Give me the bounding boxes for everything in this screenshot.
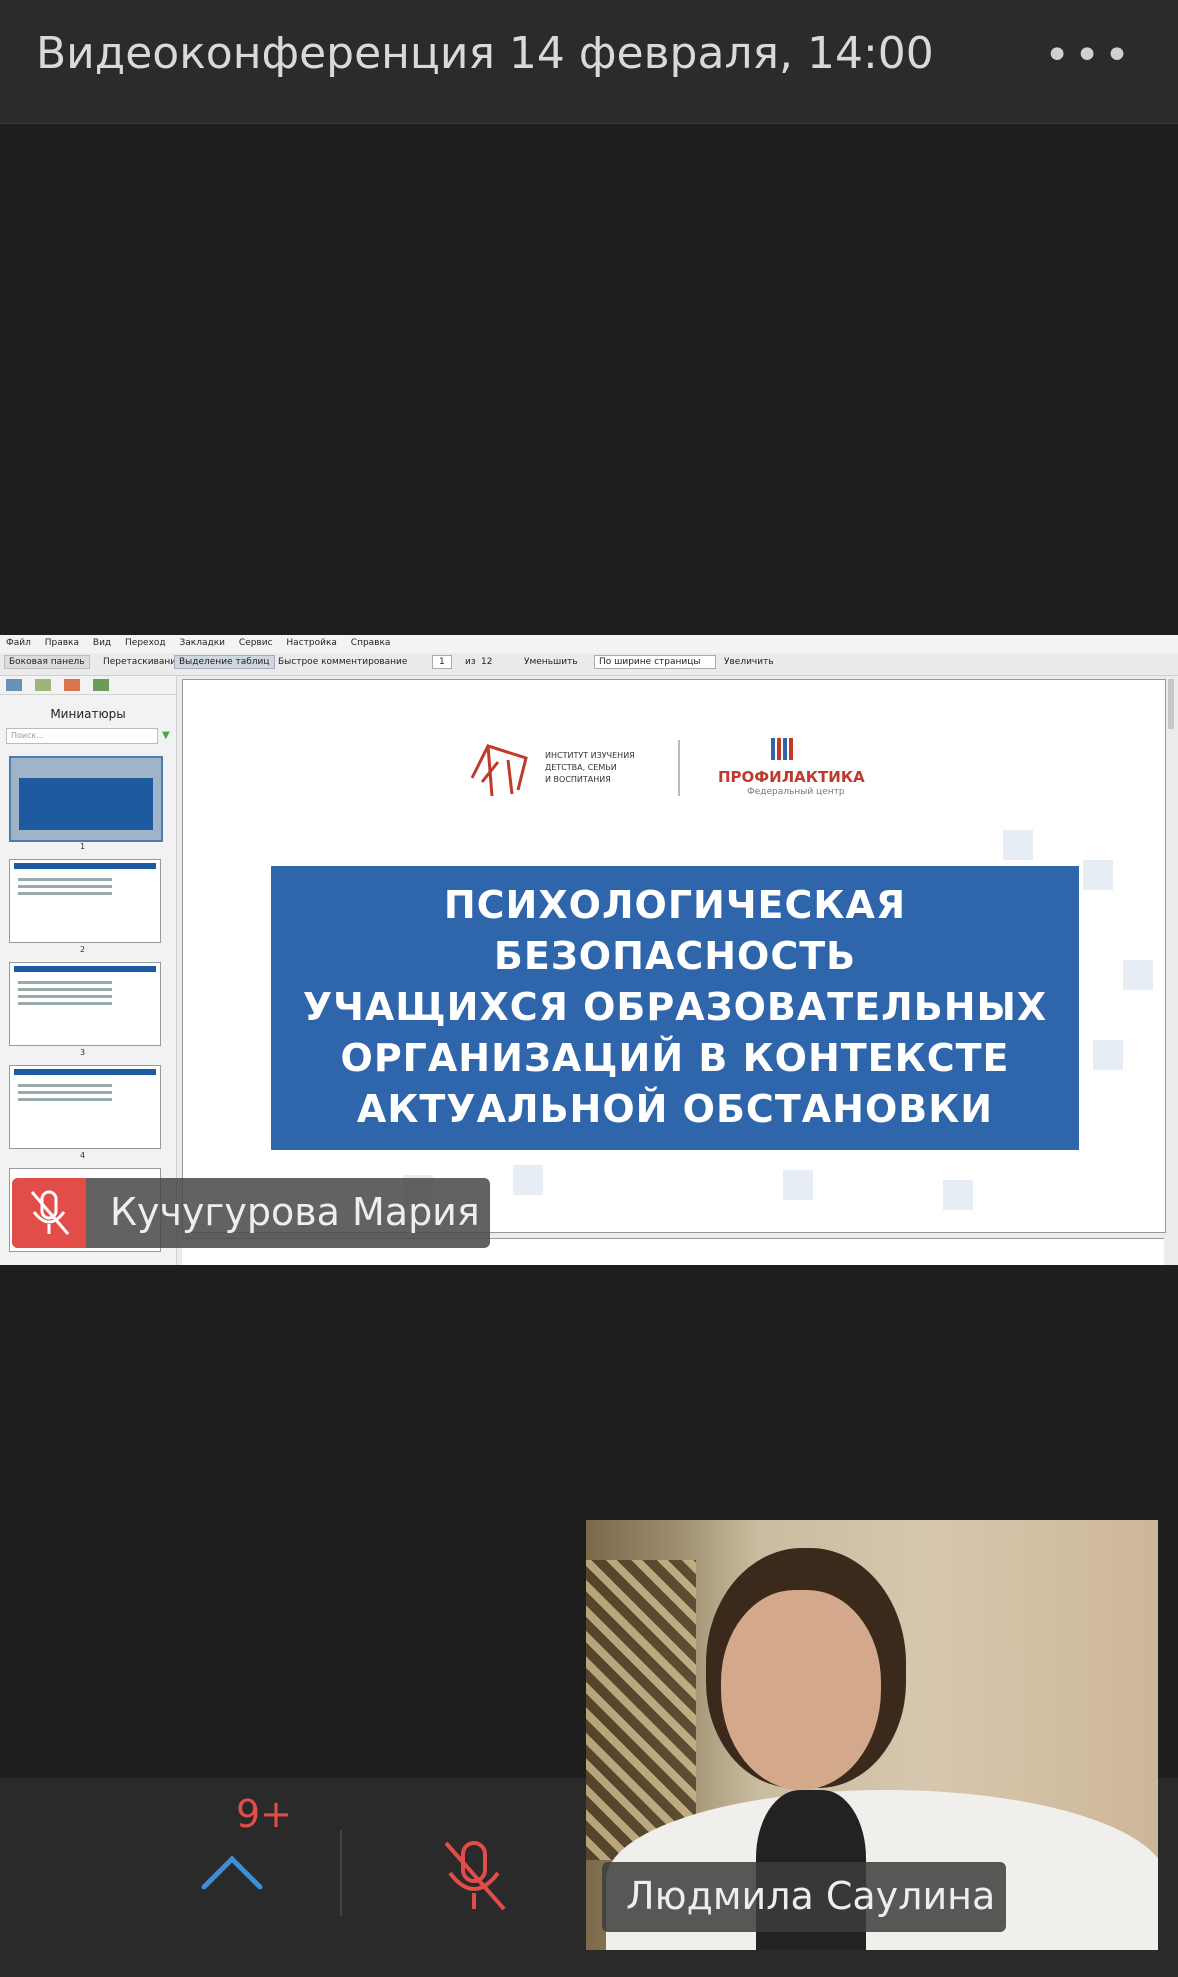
thumbnail-page-4[interactable] [9, 1065, 161, 1149]
thumbnail-lines [18, 977, 152, 1009]
decor-square [783, 1170, 813, 1200]
profilaktika-subtitle: Федеральный центр [747, 787, 845, 797]
thumbnail-number: 4 [80, 1151, 86, 1160]
menu-tools[interactable]: Сервис [233, 635, 278, 648]
participants-badge: 9+ [236, 1792, 293, 1836]
thumbnail-header-bar [14, 863, 156, 869]
more-dots-icon[interactable]: ••• [1044, 30, 1134, 81]
thumbnail-lines [18, 874, 152, 899]
filter-icon[interactable]: ▼ [162, 730, 170, 741]
presenter-label: Кучугурова Мария [12, 1178, 490, 1248]
conference-title: Видеоконференция 14 февраля, 14:00 [36, 28, 934, 79]
app-header: Видеоконференция 14 февраля, 14:00 ••• [0, 0, 1178, 124]
slide-title-line: АКТУАЛЬНОЙ ОБСТАНОВКИ [356, 1087, 994, 1131]
decor-square [1083, 860, 1113, 890]
participant-name: Людмила Саулина [626, 1874, 996, 1918]
decor-square [1093, 1040, 1123, 1070]
decor-square [943, 1180, 973, 1210]
viewer-menubar: Файл Правка Вид Переход Закладки Сервис … [0, 635, 1178, 653]
decor-square [1003, 830, 1033, 860]
zoom-mode-select[interactable]: По ширине страницы [594, 655, 716, 669]
thumbnail-number: 1 [80, 842, 86, 851]
slide-title-line: ОРГАНИЗАЦИЙ В КОНТЕКСТЕ [340, 1036, 1010, 1080]
thumbnail-header-bar [14, 1069, 156, 1075]
thumbnail-lines [18, 1080, 152, 1105]
thumbnail-number: 3 [80, 1048, 86, 1057]
tools-tab-icon[interactable] [35, 679, 52, 691]
mic-off-icon [30, 1190, 70, 1235]
decor-square [1123, 960, 1153, 990]
page-scrollbar[interactable] [1168, 679, 1174, 729]
thumbnail-search-input[interactable]: Поиск... [6, 728, 158, 744]
decor-square [513, 1165, 543, 1195]
thumbnail-page-3[interactable] [9, 962, 161, 1046]
slide-title-banner: ПСИХОЛОГИЧЕСКАЯ БЕЗОПАСНОСТЬ УЧАЩИХСЯ ОБ… [271, 866, 1079, 1150]
slide-title-line: БЕЗОПАСНОСТЬ [493, 934, 857, 978]
sidebar-tabs [0, 676, 176, 695]
thumbnail-header-bar [14, 966, 156, 972]
menu-settings[interactable]: Настройка [280, 635, 342, 648]
viewer-toolbar: Боковая панель Перетаскивание Выделение … [0, 653, 1178, 676]
presenter-name: Кучугурова Мария [110, 1190, 480, 1234]
presenter-mic-status [12, 1178, 86, 1248]
menu-help[interactable]: Справка [345, 635, 396, 648]
page-of-label: из [465, 657, 476, 667]
institute-logo-icon [470, 744, 528, 797]
screen-share: Файл Правка Вид Переход Закладки Сервис … [0, 635, 1178, 1265]
mic-off-icon[interactable] [436, 1835, 512, 1915]
bookmarks-tab-icon[interactable] [64, 679, 81, 691]
zoom-out-button[interactable]: Уменьшить [524, 657, 578, 667]
thumbnail-page-2[interactable] [9, 859, 161, 943]
chevron-up-icon[interactable] [200, 1855, 264, 1891]
zoom-in-button[interactable]: Увеличить [724, 657, 774, 667]
drag-tool[interactable]: Перетаскивание [103, 657, 182, 667]
page-number-input[interactable]: 1 [432, 655, 452, 669]
video-curtain [586, 1560, 696, 1860]
control-separator [340, 1830, 342, 1916]
layers-tab-icon[interactable] [93, 679, 110, 691]
thumbnail-number: 2 [80, 945, 86, 954]
thumbnail-page-1[interactable] [9, 756, 163, 842]
institute-logo-text: ИНСТИТУТ ИЗУЧЕНИЯ ДЕТСТВА, СЕМЬИ И ВОСПИ… [545, 751, 635, 784]
menu-go[interactable]: Переход [119, 635, 171, 648]
document-page: ИНСТИТУТ ИЗУЧЕНИЯ ДЕТСТВА, СЕМЬИ И ВОСПИ… [182, 679, 1166, 1233]
logo-divider [678, 740, 680, 796]
profilaktika-logo: ПРОФИЛАКТИКА [718, 768, 865, 786]
select-table-tool[interactable]: Выделение таблиц [174, 655, 275, 669]
participant-name-label: Людмила Саулина [602, 1862, 1006, 1932]
menu-edit[interactable]: Правка [39, 635, 84, 648]
quick-comment-tool[interactable]: Быстрое комментирование [278, 657, 407, 667]
menu-view[interactable]: Вид [87, 635, 116, 648]
thumbnails-sidebar: Миниатюры Поиск... ▼ 1 2 3 4 [0, 676, 177, 1265]
page-total: 12 [481, 657, 493, 667]
participant-face [721, 1590, 881, 1790]
menu-bookmarks[interactable]: Закладки [174, 635, 231, 648]
sidebar-toggle-button[interactable]: Боковая панель [4, 655, 90, 669]
sidebar-title: Миниатюры [50, 707, 126, 721]
profilaktika-mark-icon [771, 738, 793, 760]
menu-file[interactable]: Файл [0, 635, 36, 648]
thumbnail-banner [19, 778, 153, 830]
thumbnails-tab-icon[interactable] [6, 679, 22, 691]
slide-title-line: УЧАЩИХСЯ ОБРАЗОВАТЕЛЬНЫХ [302, 985, 1048, 1029]
slide-title-line: ПСИХОЛОГИЧЕСКАЯ [443, 883, 907, 927]
